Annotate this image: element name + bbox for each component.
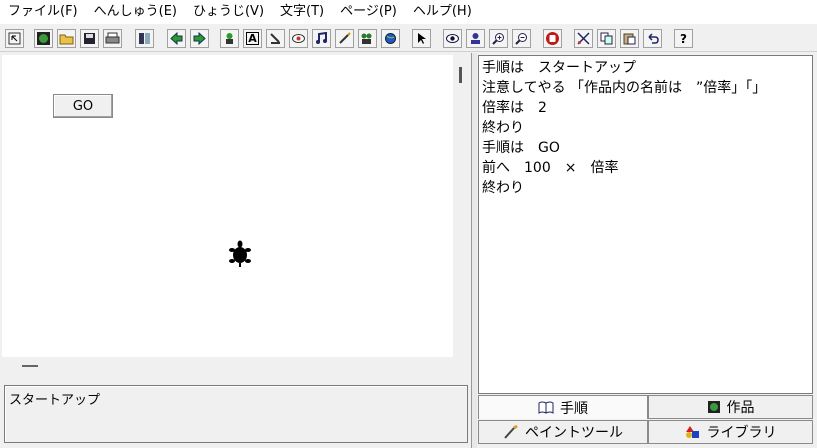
tab-library[interactable]: ライブラリ	[648, 420, 813, 444]
book-icon	[538, 401, 554, 414]
turtle-icon[interactable]	[228, 240, 252, 268]
scissors-icon[interactable]	[574, 29, 593, 48]
help-glyph: ?	[680, 31, 687, 46]
page-layout-icon[interactable]	[135, 29, 154, 48]
go-button[interactable]: GO	[53, 94, 113, 118]
zoom-out-icon[interactable]	[512, 29, 531, 48]
open-folder-icon[interactable]	[57, 29, 76, 48]
editor-line: 注意してやる 「作品内の名前は ”倍率」「」	[482, 80, 767, 96]
menu-view[interactable]: ひょうじ(V)	[185, 0, 272, 24]
stop-hand-icon[interactable]	[543, 29, 562, 48]
paintbrush-icon	[504, 425, 518, 439]
scrollbar-thumb[interactable]	[459, 67, 462, 83]
tab-procedure-label: 手順	[560, 400, 588, 417]
menu-bar: ファイル(F) へんしゅう(E) ひょうじ(V) 文字(T) ページ(P) ヘル…	[0, 0, 817, 24]
minimize-dash-icon[interactable]	[22, 365, 38, 367]
help-icon[interactable]: ?	[674, 29, 693, 48]
message-panel: スタートアップ	[4, 385, 468, 443]
eye-shape-icon[interactable]	[289, 29, 308, 48]
copy-icon[interactable]	[597, 29, 616, 48]
stage-vertical-scrollbar[interactable]	[453, 55, 470, 380]
print-icon[interactable]	[103, 29, 122, 48]
stamp-icon[interactable]	[466, 29, 485, 48]
arrow-left-icon[interactable]	[167, 29, 186, 48]
tab-works[interactable]: 作品	[648, 395, 813, 419]
tab-paint-tool[interactable]: ペイントツール	[478, 420, 648, 444]
music-note-icon[interactable]	[312, 29, 331, 48]
globe-icon[interactable]	[381, 29, 400, 48]
status-strip	[0, 444, 470, 448]
panel-tabs: 手順 作品 ペイントツール ライブラリ	[478, 395, 815, 448]
editor-line: 終わり	[482, 180, 524, 196]
arrow-cursor-icon[interactable]	[412, 29, 431, 48]
menu-edit[interactable]: へんしゅう(E)	[86, 0, 185, 24]
shapes-icon	[685, 426, 699, 438]
menu-file[interactable]: ファイル(F)	[0, 0, 86, 24]
toolbar: A ?	[0, 26, 817, 52]
character-icon[interactable]	[220, 29, 239, 48]
movie-camera-icon[interactable]	[358, 29, 377, 48]
menu-text[interactable]: 文字(T)	[272, 0, 332, 24]
pointer-mode-icon[interactable]	[5, 29, 24, 48]
panel-splitter[interactable]	[471, 53, 477, 448]
works-icon	[707, 401, 720, 413]
menu-page[interactable]: ページ(P)	[332, 0, 405, 24]
editor-line: 手順は スタートアップ	[482, 60, 636, 76]
label-tool-glyph: A	[246, 32, 259, 45]
brush-icon[interactable]	[335, 29, 354, 48]
editor-line: 終わり	[482, 120, 524, 136]
editor-line: 前へ 100 × 倍率	[482, 160, 619, 176]
pen-tool-icon[interactable]	[266, 29, 285, 48]
arrow-right-icon[interactable]	[190, 29, 209, 48]
procedure-editor[interactable]: 手順は スタートアップ 注意してやる 「作品内の名前は ”倍率」「」 倍率は 2…	[478, 55, 813, 394]
editor-line: 手順は GO	[482, 140, 560, 156]
tab-works-label: 作品	[726, 400, 755, 416]
save-disk-icon[interactable]	[80, 29, 99, 48]
zoom-in-icon[interactable]	[489, 29, 508, 48]
new-work-icon[interactable]	[34, 29, 53, 48]
tab-library-label: ライブラリ	[706, 425, 777, 441]
menu-help[interactable]: ヘルプ(H)	[405, 0, 480, 24]
undo-icon[interactable]	[643, 29, 662, 48]
tab-paint-tool-label: ペイントツール	[525, 425, 623, 441]
stage-bottom-strip	[2, 357, 453, 380]
tab-procedure[interactable]: 手順	[478, 395, 648, 419]
eye-icon[interactable]	[443, 29, 462, 48]
message-text: スタートアップ	[9, 393, 101, 408]
paste-icon[interactable]	[620, 29, 639, 48]
label-tool-icon[interactable]: A	[243, 29, 262, 48]
editor-line: 倍率は 2	[482, 100, 547, 116]
